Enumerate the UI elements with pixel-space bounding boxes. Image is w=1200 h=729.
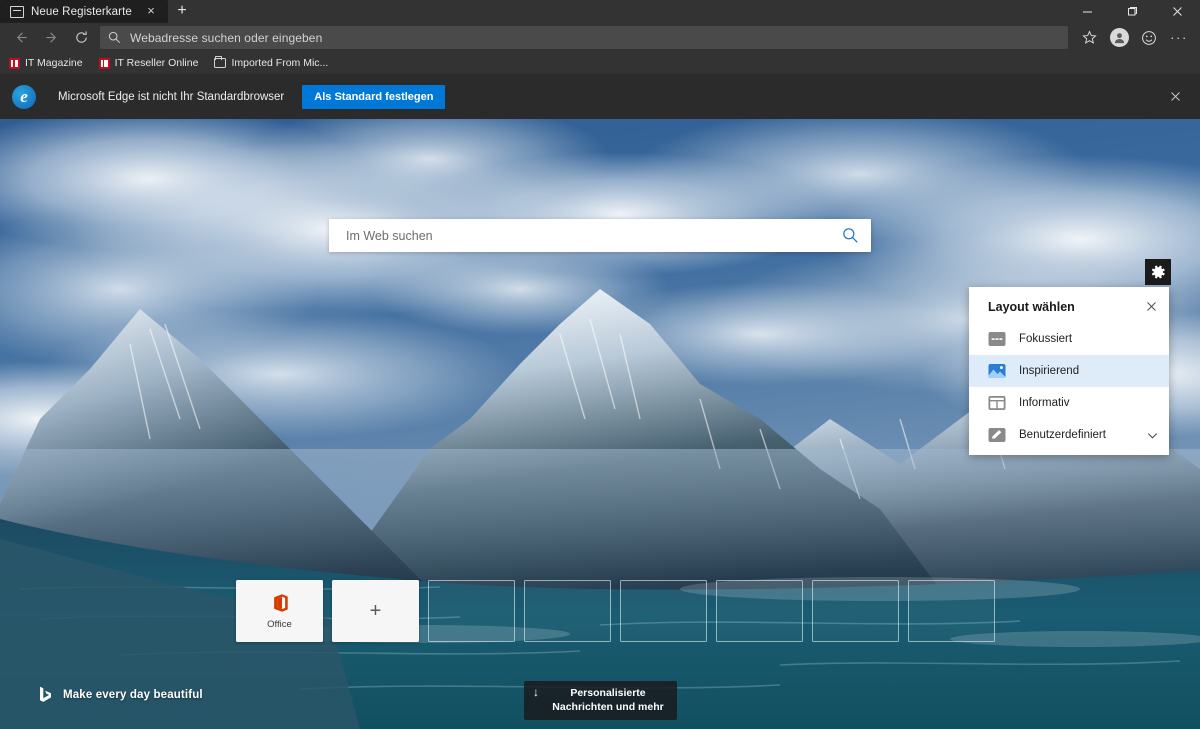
tab-neue-registerkarte[interactable]: Neue Registerkarte × (0, 0, 168, 23)
tile-add-site[interactable]: + (332, 580, 419, 642)
edge-logo-icon: e (12, 84, 36, 109)
bookmark-it-reseller-online[interactable]: IT Reseller Online (98, 57, 199, 69)
tile-label: Office (267, 619, 292, 630)
custom-layout-icon (988, 426, 1006, 444)
close-window-icon[interactable] (1155, 0, 1200, 23)
maximize-icon[interactable] (1110, 0, 1155, 23)
tile-empty[interactable] (620, 580, 707, 642)
inspirational-layout-icon (988, 362, 1006, 380)
tile-empty[interactable] (812, 580, 899, 642)
tile-office[interactable]: Office (236, 580, 323, 642)
more-dots: ··· (1170, 30, 1188, 45)
bookmark-label: Imported From Mic... (231, 57, 329, 69)
office-icon (273, 594, 288, 612)
layout-panel-header: Layout wählen (969, 287, 1169, 323)
browser-window: Neue Registerkarte × + Webadresse suchen… (0, 0, 1200, 729)
bing-attribution[interactable]: Make every day beautiful (39, 686, 203, 703)
close-icon[interactable]: × (143, 3, 159, 20)
bookmark-label: IT Magazine (25, 57, 83, 69)
close-icon[interactable] (1160, 82, 1190, 112)
toolbar-actions: ··· (1074, 24, 1194, 52)
bookmark-folder-imported[interactable]: Imported From Mic... (214, 56, 329, 69)
new-tab-button[interactable]: + (168, 0, 196, 23)
web-search-box[interactable]: Im Web suchen (329, 219, 871, 252)
forward-icon[interactable] (36, 24, 66, 52)
bing-icon (39, 686, 52, 703)
address-bar[interactable]: Webadresse suchen oder eingeben (100, 26, 1068, 49)
feedback-smiley-icon[interactable] (1134, 24, 1164, 52)
back-icon[interactable] (6, 24, 36, 52)
title-bar: Neue Registerkarte × + (0, 0, 1200, 23)
tile-empty[interactable] (908, 580, 995, 642)
layout-option-fokussiert[interactable]: Fokussiert (969, 323, 1169, 355)
more-menu-icon[interactable]: ··· (1164, 24, 1194, 52)
browser-toolbar: Webadresse suchen oder eingeben ··· (0, 23, 1200, 52)
bookmark-label: IT Reseller Online (114, 57, 199, 69)
window-controls (1065, 0, 1200, 23)
layout-option-label: Benutzerdefiniert (1019, 429, 1106, 441)
layout-panel-title: Layout wählen (988, 300, 1075, 314)
close-icon[interactable] (1144, 300, 1159, 315)
bookmark-it-magazine[interactable]: IT Magazine (9, 57, 83, 69)
bookmarks-bar: IT Magazine IT Reseller Online Imported … (0, 52, 1200, 74)
search-icon (108, 31, 121, 44)
chevron-down-icon[interactable] (1146, 429, 1159, 442)
personalized-news-pill[interactable]: ↓ Personalisierte Nachrichten und mehr (524, 681, 677, 720)
gear-icon[interactable] (1145, 259, 1171, 285)
tile-empty[interactable] (428, 580, 515, 642)
tab-strip: Neue Registerkarte × + (0, 0, 196, 23)
newtab-favicon-icon (10, 5, 24, 18)
address-input-placeholder: Webadresse suchen oder eingeben (130, 30, 323, 45)
favorites-star-icon[interactable] (1074, 24, 1104, 52)
focused-layout-icon (988, 330, 1006, 348)
tile-empty[interactable] (716, 580, 803, 642)
news-pill-label: Personalisierte Nachrichten und mehr (552, 687, 664, 713)
magazine-icon (9, 57, 20, 69)
layout-chooser-panel: Layout wählen Fokussiert Inspirierend In… (969, 287, 1169, 455)
tile-empty[interactable] (524, 580, 611, 642)
layout-option-label: Fokussiert (1019, 333, 1073, 345)
layout-option-benutzerdefiniert[interactable]: Benutzerdefiniert (969, 419, 1169, 451)
folder-icon (214, 56, 227, 68)
layout-option-label: Informativ (1019, 397, 1070, 409)
plus-icon: + (369, 600, 382, 622)
layout-option-inspirierend[interactable]: Inspirierend (969, 355, 1169, 387)
minimize-icon[interactable] (1065, 0, 1110, 23)
tab-title: Neue Registerkarte (31, 5, 132, 18)
arrow-down-icon: ↓ (533, 685, 539, 699)
avatar (1109, 28, 1129, 47)
bing-tagline: Make every day beautiful (63, 688, 203, 701)
search-input-placeholder: Im Web suchen (346, 228, 433, 243)
top-sites-tiles: Office + (236, 580, 995, 642)
layout-option-informativ[interactable]: Informativ (969, 387, 1169, 419)
set-default-button[interactable]: Als Standard festlegen (302, 84, 446, 109)
search-icon[interactable] (842, 227, 859, 244)
layout-option-label: Inspirierend (1019, 365, 1080, 377)
profile-avatar[interactable] (1104, 24, 1134, 52)
notification-message: Microsoft Edge ist nicht Ihr Standardbro… (58, 90, 285, 103)
refresh-icon[interactable] (66, 24, 96, 52)
new-tab-page: Im Web suchen Office + Make every day be… (0, 119, 1200, 729)
informational-layout-icon (988, 394, 1006, 412)
default-browser-notification: e Microsoft Edge ist nicht Ihr Standardb… (0, 74, 1200, 119)
magazine-icon (98, 57, 110, 69)
